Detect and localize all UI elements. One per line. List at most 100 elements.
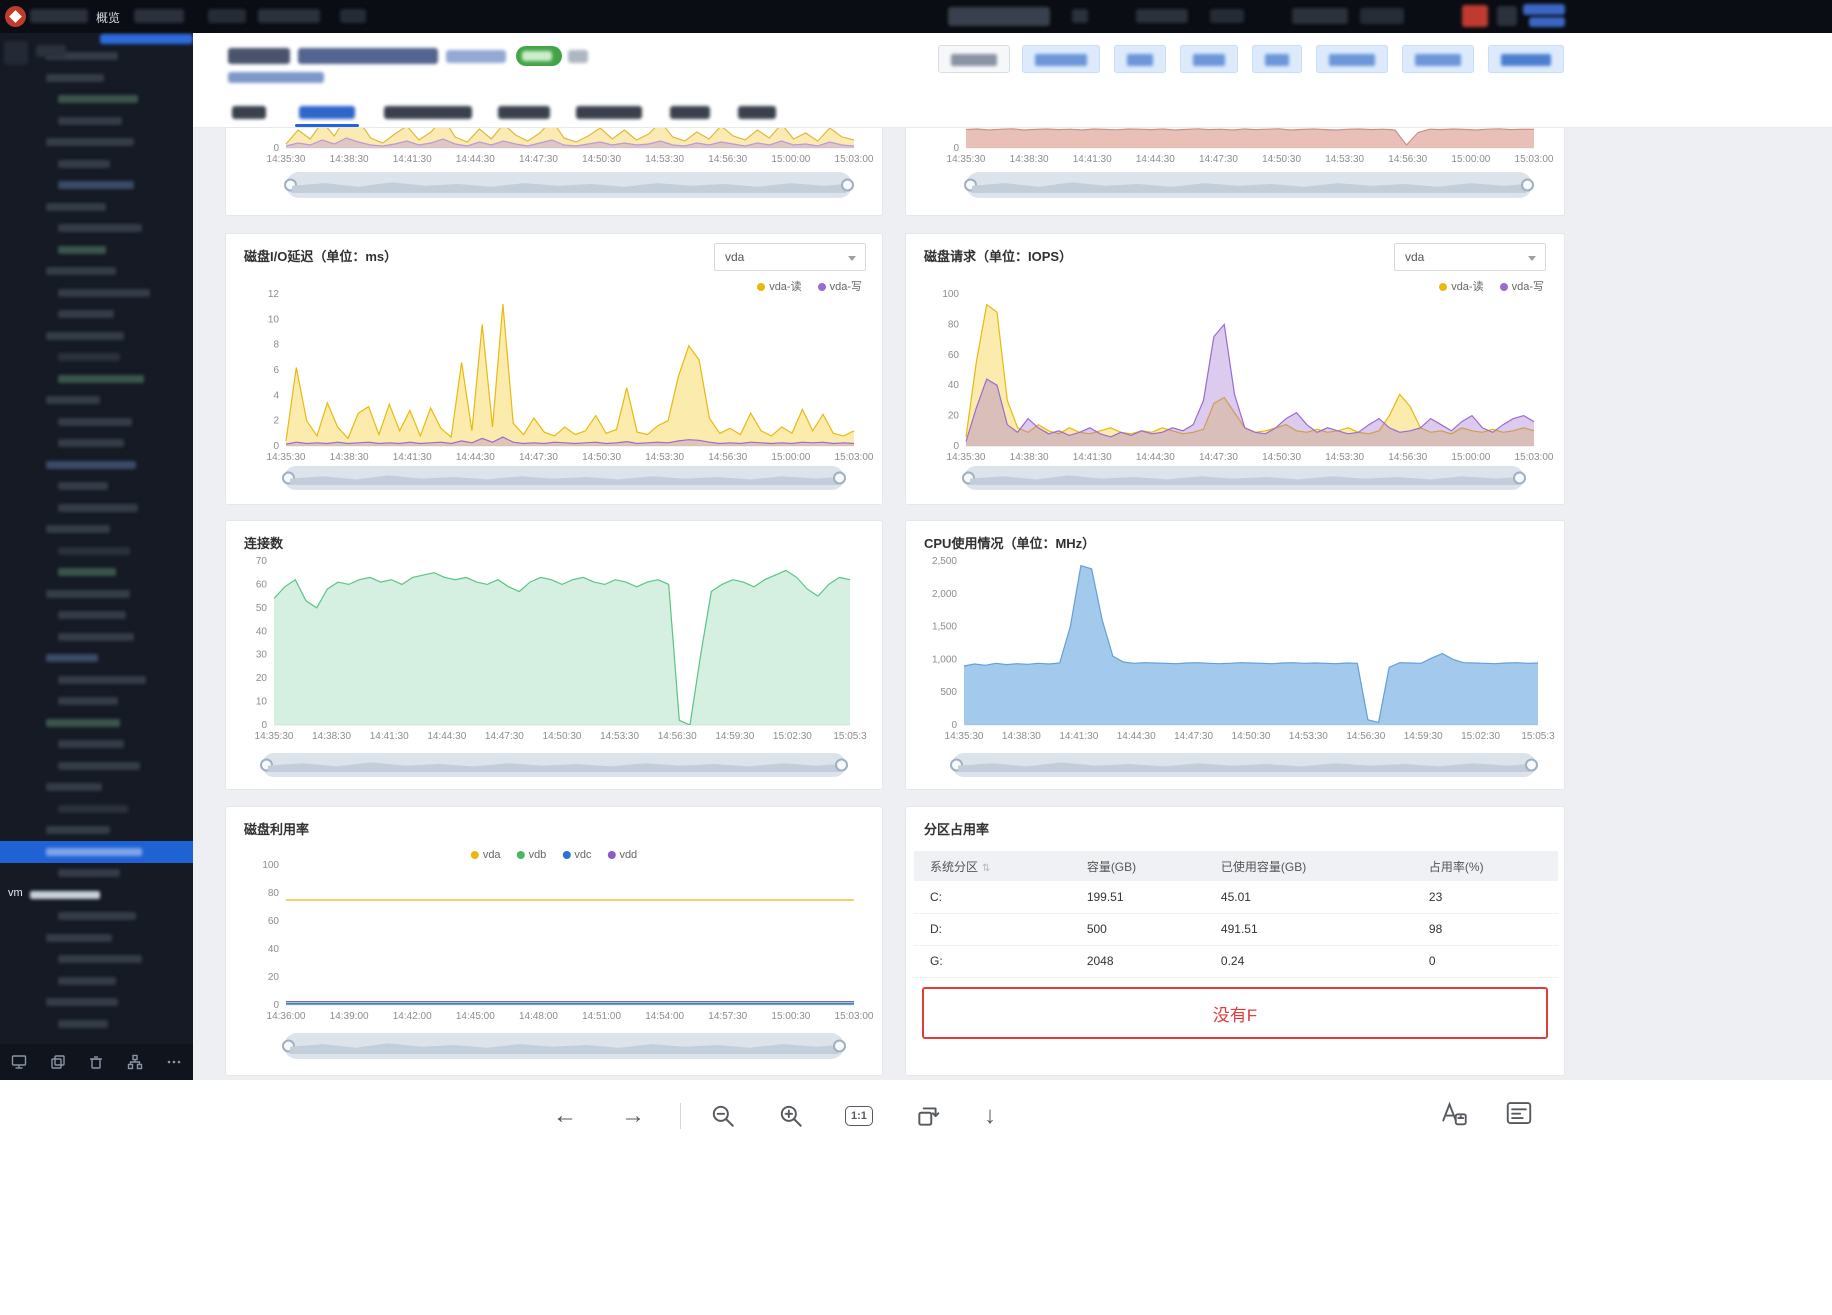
sidebar-item[interactable] [46, 203, 106, 211]
sidebar-item[interactable] [58, 482, 108, 490]
sidebar-item[interactable] [58, 676, 146, 684]
disk-iops-chart: 02040608010014:35:3014:38:3014:41:3014:4… [926, 290, 1544, 466]
header-action-button[interactable] [938, 45, 1010, 73]
trash-icon[interactable] [88, 1054, 104, 1070]
column-header[interactable]: 系统分区⇅ [914, 851, 1071, 881]
back-arrow-icon[interactable]: ← [553, 1104, 577, 1128]
actual-size-icon[interactable]: 1:1 [845, 1106, 873, 1126]
nav-overview[interactable]: 概览 [96, 9, 120, 26]
sidebar-item[interactable] [58, 869, 120, 877]
sidebar-item[interactable] [46, 74, 104, 82]
header-action-button[interactable] [1022, 45, 1100, 73]
tab[interactable] [384, 106, 472, 119]
translate-icon[interactable] [1437, 1098, 1467, 1133]
time-range-slider[interactable] [286, 172, 852, 198]
header-action-button[interactable] [1114, 45, 1166, 73]
sort-icon[interactable]: ⇅ [982, 863, 990, 874]
sidebar-item[interactable] [58, 912, 136, 920]
tab[interactable] [299, 106, 355, 119]
disk-select-dropdown[interactable]: vda [1394, 243, 1546, 271]
svg-text:15:03:00: 15:03:00 [835, 1011, 874, 1022]
sidebar-item[interactable] [58, 418, 132, 426]
more-icon[interactable] [166, 1054, 182, 1070]
header-action-button[interactable] [1402, 45, 1474, 73]
sidebar-item[interactable] [46, 461, 136, 469]
console-icon[interactable] [11, 1054, 27, 1070]
tab[interactable] [670, 106, 710, 119]
header-action-button[interactable] [1488, 45, 1564, 73]
time-range-slider[interactable] [966, 172, 1532, 198]
legend-item[interactable]: vdc [562, 849, 591, 861]
legend-item[interactable]: vdd [607, 849, 637, 861]
disk-select-dropdown[interactable]: vda [714, 243, 866, 271]
sidebar-item[interactable] [58, 375, 144, 383]
tab[interactable] [498, 106, 550, 119]
sidebar-item[interactable] [58, 310, 114, 318]
sidebar-item[interactable] [58, 611, 126, 619]
time-range-slider[interactable] [952, 753, 1536, 777]
zoom-in-icon[interactable] [778, 1103, 804, 1134]
sidebar-item[interactable] [58, 1020, 108, 1028]
sidebar-item[interactable] [46, 396, 100, 404]
sidebar-item[interactable] [58, 697, 118, 705]
app-logo-icon[interactable] [5, 6, 26, 27]
sidebar-item[interactable] [46, 934, 112, 942]
sidebar-item[interactable] [58, 955, 142, 963]
sidebar-item[interactable] [58, 547, 130, 555]
tab[interactable] [576, 106, 642, 119]
sidebar-item[interactable] [58, 740, 124, 748]
legend-item[interactable]: vda [471, 849, 501, 861]
tab[interactable] [738, 106, 776, 119]
download-icon[interactable]: ↓ [984, 1104, 996, 1128]
redacted-text [36, 45, 66, 57]
sidebar-item[interactable] [58, 246, 106, 254]
rotate-icon[interactable] [915, 1103, 941, 1134]
clone-icon[interactable] [50, 1054, 66, 1070]
legend-item[interactable]: vdb [517, 849, 547, 861]
sidebar-item[interactable] [58, 95, 138, 103]
svg-text:20: 20 [256, 673, 268, 684]
sidebar-item[interactable] [46, 719, 120, 727]
sidebar-item[interactable] [46, 826, 110, 834]
sidebar-item[interactable] [46, 267, 116, 275]
topology-icon[interactable] [127, 1054, 143, 1070]
sidebar-item[interactable] [58, 181, 134, 189]
header-action-button[interactable] [1252, 45, 1302, 73]
tab[interactable] [232, 106, 266, 119]
redacted-text [1501, 54, 1551, 66]
forward-arrow-icon[interactable]: → [621, 1104, 645, 1128]
sidebar-item[interactable] [46, 332, 124, 340]
svg-text:15:03:00: 15:03:00 [835, 452, 874, 463]
sidebar-item[interactable] [58, 224, 142, 232]
sidebar-item[interactable] [46, 590, 130, 598]
sidebar-item[interactable] [46, 138, 134, 146]
sidebar-item[interactable] [46, 998, 118, 1006]
zoom-out-icon[interactable] [710, 1103, 736, 1134]
time-range-slider[interactable] [284, 1033, 844, 1059]
sidebar-item[interactable] [58, 805, 128, 813]
sidebar-item[interactable] [58, 160, 110, 168]
sidebar-item[interactable] [58, 568, 116, 576]
sidebar-item[interactable] [58, 439, 124, 447]
sidebar-item[interactable] [58, 977, 116, 985]
sidebar-item[interactable] [46, 525, 110, 533]
table-row: C:199.5145.0123 [914, 881, 1558, 913]
time-range-slider[interactable] [284, 466, 844, 490]
time-range-slider[interactable] [964, 466, 1524, 490]
read-aloud-icon[interactable] [1504, 1098, 1534, 1133]
sidebar-item[interactable] [58, 353, 120, 361]
sidebar-item[interactable] [46, 783, 102, 791]
header-action-button[interactable] [1316, 45, 1388, 73]
partition-table-wrap: 系统分区⇅容量(GB)已使用容量(GB)占用率(%)C:199.5145.012… [906, 807, 1566, 987]
time-range-slider[interactable] [262, 753, 846, 777]
svg-text:6: 6 [273, 365, 279, 376]
sidebar-item[interactable] [58, 633, 134, 641]
header-action-button[interactable] [1180, 45, 1238, 73]
vm-label[interactable]: vm [8, 887, 23, 899]
sidebar-item[interactable] [46, 654, 98, 662]
sidebar-item[interactable] [58, 117, 122, 125]
svg-text:14:47:30: 14:47:30 [485, 731, 524, 742]
sidebar-item[interactable] [58, 289, 150, 297]
sidebar-item[interactable] [58, 762, 140, 770]
sidebar-item[interactable] [58, 504, 138, 512]
